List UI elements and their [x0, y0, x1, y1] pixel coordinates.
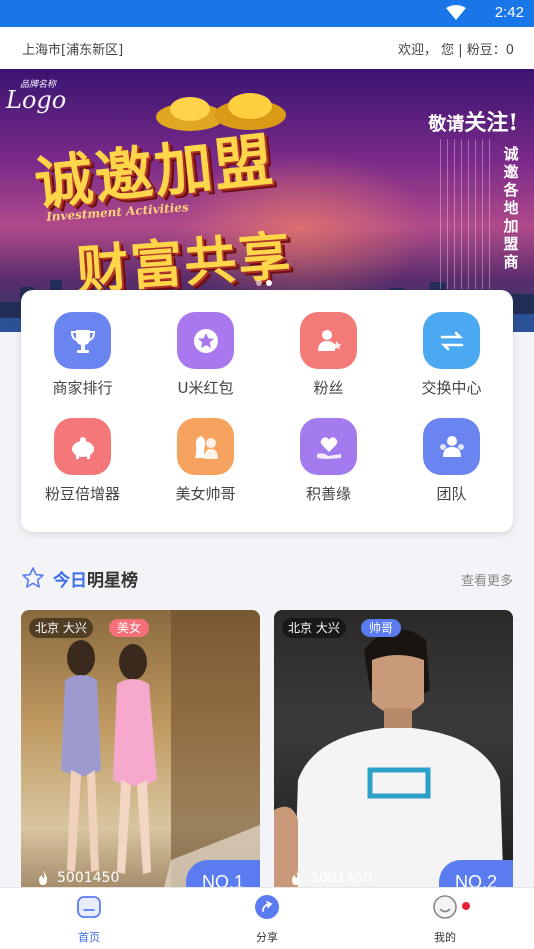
tab-profile[interactable]: 我的: [356, 894, 534, 945]
card-category-badge: 帅哥: [361, 619, 402, 637]
notification-badge: [462, 902, 470, 910]
menu-item-beauty-handsome[interactable]: 美女帅哥: [144, 418, 267, 518]
status-bar: 2:42: [0, 0, 534, 27]
location-selector[interactable]: 上海市[浦东新区]: [22, 39, 123, 58]
brand-logo: 品牌名称 Logo: [6, 80, 67, 114]
menu-label: 粉豆倍增器: [44, 485, 120, 503]
exchange-icon: [423, 312, 480, 369]
tab-label: 分享: [256, 931, 278, 944]
heart-hand-icon: [300, 418, 357, 475]
star-card[interactable]: 北京 大兴 美女 5001450 NO.1: [21, 610, 260, 900]
menu-label: 团队: [436, 485, 467, 503]
tab-label: 我的: [434, 931, 456, 944]
trophy-icon: [54, 312, 111, 369]
piggy-bank-icon: [54, 418, 111, 475]
header-bar: 上海市[浦东新区] 欢迎， 您 | 粉豆：0: [0, 27, 534, 69]
menu-item-fans[interactable]: 粉丝: [267, 312, 390, 412]
fire-icon: [39, 871, 47, 885]
tab-share[interactable]: 分享: [178, 894, 356, 945]
menu-item-red-packet[interactable]: U米红包: [144, 312, 267, 412]
card-views-count: 5001450: [57, 870, 120, 886]
share-icon: [255, 895, 279, 919]
star-outline-icon: [22, 567, 44, 588]
status-time: 2:42: [494, 4, 524, 21]
photo-placeholder: [61, 610, 260, 900]
profile-icon: [433, 895, 457, 919]
couple-icon: [177, 418, 234, 475]
section-title-highlight: 今日: [53, 570, 87, 591]
menu-item-exchange-center[interactable]: 交换中心: [390, 312, 513, 412]
menu-item-charity[interactable]: 积善缘: [267, 418, 390, 518]
feature-menu: 商家排行 U米红包 粉丝 交换中心 粉豆倍增器 美女帅哥 积善缘 团队: [21, 290, 513, 532]
card-views: 5001450: [35, 870, 119, 886]
star-badge-icon: [177, 312, 234, 369]
photo-placeholder: [274, 629, 504, 900]
banner-fine-print: [440, 139, 494, 289]
banner-follow-text: 敬请关注!: [428, 110, 518, 136]
card-views-count: 5001450: [310, 870, 373, 886]
pager-dot[interactable]: [256, 280, 262, 286]
wifi-icon: [446, 5, 466, 20]
fans-icon: [300, 312, 357, 369]
menu-label: 积善缘: [305, 485, 351, 503]
section-title: 今日 明星榜: [21, 566, 138, 591]
menu-label: 粉丝: [313, 379, 344, 397]
menu-label: U米红包: [177, 379, 234, 397]
card-location: 北京 大兴: [282, 618, 346, 638]
section-title-text: 明星榜: [87, 570, 138, 591]
menu-item-merchant-ranking[interactable]: 商家排行: [21, 312, 144, 412]
bottom-tab-bar: 首页 分享 我的: [0, 887, 534, 949]
team-icon: [423, 418, 480, 475]
menu-item-team[interactable]: 团队: [390, 418, 513, 518]
menu-item-bean-multiplier[interactable]: 粉豆倍增器: [21, 418, 144, 518]
menu-label: 交换中心: [421, 379, 482, 397]
card-location: 北京 大兴: [29, 618, 93, 638]
menu-label: 美女帅哥: [175, 485, 236, 503]
banner-pager: [256, 271, 276, 290]
view-more-link[interactable]: 查看更多: [461, 570, 513, 589]
card-category-badge: 美女: [109, 619, 150, 637]
welcome-text: 欢迎， 您 | 粉豆：0: [397, 43, 514, 58]
tab-label: 首页: [78, 931, 100, 944]
menu-label: 商家排行: [52, 379, 113, 397]
tab-home[interactable]: 首页: [0, 894, 178, 945]
fire-icon: [292, 871, 300, 885]
pager-dot-active[interactable]: [266, 280, 272, 286]
card-views: 5001450: [288, 870, 372, 886]
star-card[interactable]: 北京 大兴 帅哥 5001450 NO.2: [274, 610, 513, 900]
home-icon: [77, 896, 101, 918]
banner-vertical-text: 诚邀各地加盟商: [503, 145, 519, 271]
